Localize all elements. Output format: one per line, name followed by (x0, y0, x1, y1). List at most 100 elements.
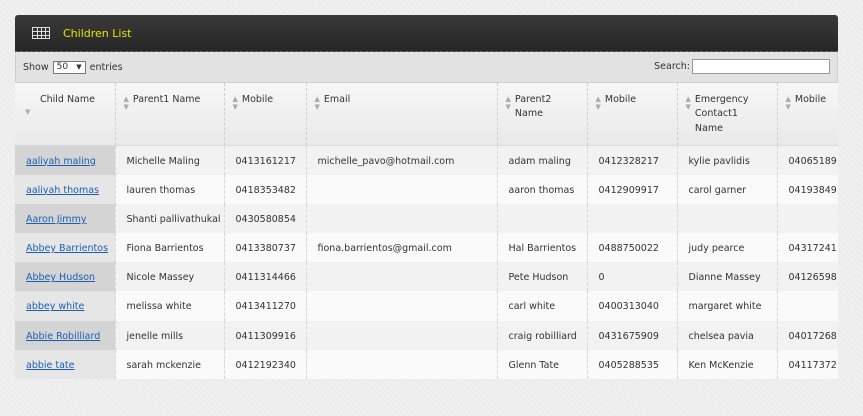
cell-m1: 0418353482 (224, 174, 307, 204)
cell-p1: jenelle mills (115, 320, 225, 350)
sort-icon: ▲ ▼ (123, 95, 129, 111)
cell-p1: melissa white (115, 291, 225, 321)
cell-email (306, 203, 498, 234)
cell-ec (677, 203, 778, 234)
cell-text: 0 (598, 272, 605, 284)
cell-p1: lauren thomas (115, 174, 225, 204)
child-name-link[interactable]: abbie tate (26, 360, 75, 371)
cell-text: 0488750022 (598, 243, 659, 255)
cell-ec: Dianne Massey (677, 262, 778, 292)
cell-p1: Nicole Massey (115, 262, 225, 292)
cell-text: 04317241 (788, 243, 837, 255)
search-input[interactable] (692, 59, 830, 74)
cell-child: abbie tate (15, 349, 116, 379)
column-header-mobile-3[interactable]: ▲ ▼ Mobile (777, 83, 838, 146)
cell-text: 0412328217 (598, 155, 659, 167)
cell-m1: 0430580854 (224, 203, 307, 234)
cell-p2: Glenn Tate (497, 349, 588, 379)
cell-text: lauren thomas (126, 184, 196, 196)
cell-text: 0413380737 (235, 243, 296, 255)
header-label: Email (323, 94, 351, 105)
entries-length-select[interactable]: 50 ▼ (52, 60, 86, 74)
table-row: abbey white melissa white 0413411270 carl w… (15, 291, 838, 321)
cell-m3: 04065189 (777, 145, 838, 175)
cell-text: Pete Hudson (508, 272, 569, 284)
children-table: Child Name ▼ ▲ ▼ Parent1 Name ▲ ▼ Mobile ▲ ▼ E… (15, 83, 838, 379)
column-header-parent1-name[interactable]: ▲ ▼ Parent1 Name (115, 83, 225, 146)
table-row: Abbey Barrientos Fiona Barrientos 04133807… (15, 233, 838, 263)
table-toolbar: Show 50 ▼ entries Search: (15, 52, 838, 83)
children-list-widget: Children List Show 50 ▼ entries Search: … (15, 15, 838, 416)
child-name-link[interactable]: abbey white (26, 301, 84, 312)
column-header-mobile-2[interactable]: ▲ ▼ Mobile (587, 83, 678, 146)
widget-header: Children List (15, 15, 838, 52)
cell-text: michelle_pavo@hotmail.com (317, 155, 455, 167)
child-name-link[interactable]: Abbey Barrientos (26, 243, 108, 254)
sort-desc-icon: ▼ (25, 108, 31, 117)
column-header-email[interactable]: ▲ ▼ Email (306, 83, 498, 146)
sort-icon: ▲ ▼ (785, 95, 791, 111)
child-name-link[interactable]: aaliyah thomas (26, 185, 99, 196)
cell-text: 0413411270 (235, 301, 296, 313)
cell-ec: margaret white (677, 291, 778, 321)
entries-length-value: 50 (56, 62, 69, 72)
cell-text: margaret white (688, 301, 762, 313)
cell-text: 04117372 (788, 359, 837, 371)
child-name-link[interactable]: Abbie Robilliard (26, 331, 100, 342)
widget-title: Children List (63, 26, 132, 40)
cell-child: Abbie Robilliard (15, 320, 116, 350)
cell-email (306, 174, 498, 204)
cell-child: Abbey Hudson (15, 262, 116, 292)
cell-text: 0412192340 (235, 359, 296, 371)
cell-m3: 04317241 (777, 233, 838, 263)
cell-text: 0431675909 (598, 330, 659, 342)
cell-m2: 0431675909 (587, 320, 678, 350)
cell-text: Ken McKenzie (688, 359, 754, 371)
cell-text: 0400313040 (598, 301, 659, 313)
cell-m1: 0413161217 (224, 145, 307, 175)
cell-child: aaliyah maling (15, 145, 116, 175)
cell-text: 0430580854 (235, 213, 296, 225)
cell-text: Glenn Tate (508, 359, 560, 371)
cell-text: Dianne Massey (688, 272, 761, 284)
child-name-link[interactable]: Aaron Jimmy (26, 214, 86, 225)
cell-text: chelsea pavia (688, 330, 754, 342)
cell-email (306, 320, 498, 350)
header-label: Mobile (794, 94, 827, 105)
cell-ec: chelsea pavia (677, 320, 778, 350)
cell-email: michelle_pavo@hotmail.com (306, 145, 498, 175)
cell-m1: 0411309916 (224, 320, 307, 350)
cell-m2 (587, 203, 678, 234)
cell-p2 (497, 203, 588, 234)
cell-text: Nicole Massey (126, 272, 195, 284)
cell-text: carl white (508, 301, 556, 313)
cell-text: craig robilliard (508, 330, 577, 342)
column-header-emergency-contact1-name[interactable]: ▲ ▼ Emergency Contact1 Name (677, 83, 778, 146)
cell-text: jenelle mills (126, 330, 184, 342)
cell-m1: 0411314466 (224, 262, 307, 292)
child-name-link[interactable]: Abbey Hudson (26, 272, 95, 283)
cell-child: Abbey Barrientos (15, 233, 116, 263)
cell-email: fiona.barrientos@gmail.com (306, 233, 498, 263)
cell-text: 04193849 (788, 184, 837, 196)
column-header-parent2-name[interactable]: ▲ ▼ Parent2 Name (497, 83, 588, 146)
column-header-child-name[interactable]: Child Name ▼ (15, 83, 116, 146)
cell-m3 (777, 203, 838, 234)
cell-text: fiona.barrientos@gmail.com (317, 243, 452, 255)
cell-child: aaliyah thomas (15, 174, 116, 204)
cell-text: 0413161217 (235, 155, 296, 167)
cell-text: Fiona Barrientos (126, 243, 204, 255)
cell-p1: Fiona Barrientos (115, 233, 225, 263)
header-label: Parent1 Name (132, 94, 201, 105)
table-icon (32, 27, 50, 39)
cell-m2: 0412909917 (587, 174, 678, 204)
cell-text: 04126598 (788, 272, 837, 284)
cell-m2: 0405288535 (587, 349, 678, 379)
cell-p2: craig robilliard (497, 320, 588, 350)
cell-email (306, 291, 498, 321)
cell-m3: 04017268 (777, 320, 838, 350)
child-name-link[interactable]: aaliyah maling (26, 156, 96, 167)
column-header-mobile[interactable]: ▲ ▼ Mobile (224, 83, 307, 146)
cell-p2: aaron thomas (497, 174, 588, 204)
header-label: Mobile (604, 94, 637, 105)
